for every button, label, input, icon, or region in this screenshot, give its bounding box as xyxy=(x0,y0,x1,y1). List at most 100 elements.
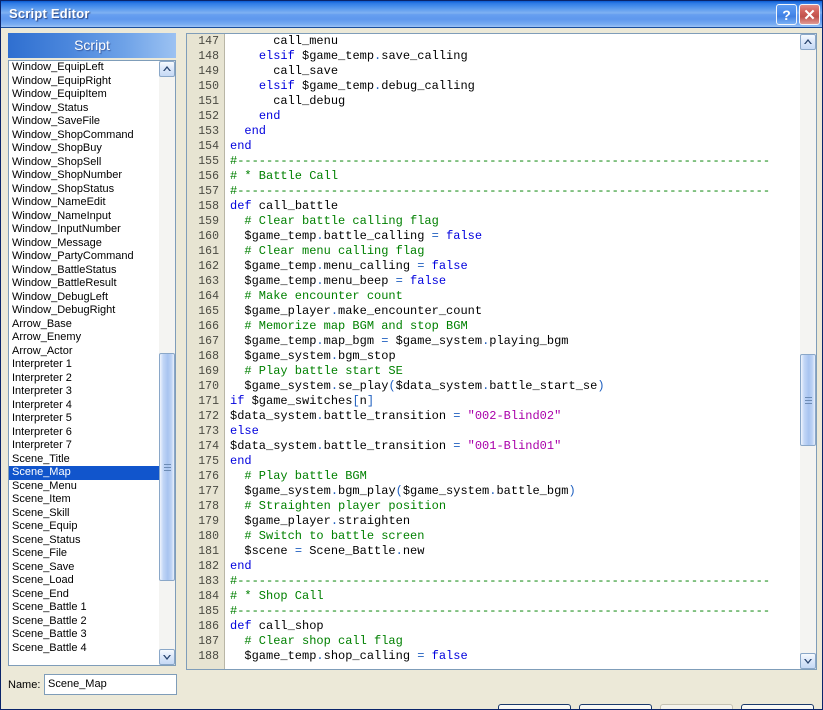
list-item[interactable]: Window_EquipLeft xyxy=(9,61,160,75)
list-item[interactable]: Scene_Skill xyxy=(9,507,160,521)
list-item[interactable]: Scene_Map xyxy=(9,466,160,480)
code-line[interactable]: 160 $game_temp.battle_calling = false xyxy=(187,229,799,244)
script-list[interactable]: Window_EquipLeft Window_EquipRight Window_… xyxy=(8,60,176,666)
code-line[interactable]: 179 $game_player.straighten xyxy=(187,514,799,529)
code-line[interactable]: 183 #------------------------------------… xyxy=(187,574,799,589)
code-line[interactable]: 177 $game_system.bgm_play($game_system.b… xyxy=(187,484,799,499)
list-item[interactable]: Window_ShopSell xyxy=(9,156,160,170)
code-line[interactable]: 175 end xyxy=(187,454,799,469)
list-item[interactable]: Window_DebugLeft xyxy=(9,291,160,305)
code-line[interactable]: 156 # * Battle Call xyxy=(187,169,799,184)
code-line[interactable]: 159 # Clear battle calling flag xyxy=(187,214,799,229)
list-item[interactable]: Window_PartyCommand xyxy=(9,250,160,264)
scroll-down-arrow-icon[interactable] xyxy=(159,649,175,665)
list-item[interactable]: Scene_Title xyxy=(9,453,160,467)
code-line[interactable]: 155 #------------------------------------… xyxy=(187,154,799,169)
list-item[interactable]: Arrow_Actor xyxy=(9,345,160,359)
code-line[interactable]: 147 call_menu xyxy=(187,34,799,49)
code-line[interactable]: 148 elsif $game_temp.save_calling xyxy=(187,49,799,64)
list-item[interactable]: Window_EquipRight xyxy=(9,75,160,89)
code-line[interactable]: 158 def call_battle xyxy=(187,199,799,214)
list-item[interactable]: Window_ShopStatus xyxy=(9,183,160,197)
code-line[interactable]: 173 else xyxy=(187,424,799,439)
list-item[interactable]: Scene_Equip xyxy=(9,520,160,534)
list-item[interactable]: Interpreter 2 xyxy=(9,372,160,386)
code-line[interactable]: 170 $game_system.se_play($data_system.ba… xyxy=(187,379,799,394)
list-item[interactable]: Scene_Menu xyxy=(9,480,160,494)
list-item[interactable]: Arrow_Enemy xyxy=(9,331,160,345)
code-line[interactable]: 161 # Clear menu calling flag xyxy=(187,244,799,259)
scroll-up-arrow-icon[interactable] xyxy=(159,61,175,77)
list-item[interactable]: Window_ShopBuy xyxy=(9,142,160,156)
code-line[interactable]: 186 def call_shop xyxy=(187,619,799,634)
close-x-icon[interactable]: ✕ xyxy=(799,4,820,25)
list-item[interactable]: Scene_Status xyxy=(9,534,160,548)
list-item[interactable]: Window_EquipItem xyxy=(9,88,160,102)
list-item[interactable]: Scene_File xyxy=(9,547,160,561)
code-line[interactable]: 152 end xyxy=(187,109,799,124)
code-line[interactable]: 162 $game_temp.menu_calling = false xyxy=(187,259,799,274)
list-item[interactable]: Window_DebugRight xyxy=(9,304,160,318)
code-line[interactable]: 166 # Memorize map BGM and stop BGM xyxy=(187,319,799,334)
scrollbar-thumb[interactable] xyxy=(159,353,175,581)
help-button[interactable]: Help xyxy=(741,704,814,709)
list-item[interactable]: Window_ShopCommand xyxy=(9,129,160,143)
code-line[interactable]: 178 # Straighten player position xyxy=(187,499,799,514)
list-item[interactable]: Scene_Item xyxy=(9,493,160,507)
code-editor[interactable]: 147 call_menu 148 elsif $game_temp.save_c… xyxy=(186,33,817,670)
code-line[interactable]: 154 end xyxy=(187,139,799,154)
code-line[interactable]: 174 $data_system.battle_transition = "001… xyxy=(187,439,799,454)
code-line[interactable]: 165 $game_player.make_encounter_count xyxy=(187,304,799,319)
list-item[interactable]: Window_InputNumber xyxy=(9,223,160,237)
list-item[interactable]: Interpreter 4 xyxy=(9,399,160,413)
code-line[interactable]: 164 # Make encounter count xyxy=(187,289,799,304)
list-item[interactable]: Interpreter 7 xyxy=(9,439,160,453)
script-list-items[interactable]: Window_EquipLeft Window_EquipRight Window_… xyxy=(9,61,160,665)
code-line[interactable]: 171 if $game_switches[n] xyxy=(187,394,799,409)
scroll-up-arrow-icon[interactable] xyxy=(800,34,816,50)
code-line[interactable]: 182 end xyxy=(187,559,799,574)
code-line[interactable]: 153 end xyxy=(187,124,799,139)
ok-button[interactable]: OK xyxy=(498,704,571,709)
code-line[interactable]: 176 # Play battle BGM xyxy=(187,469,799,484)
list-item[interactable]: Scene_End xyxy=(9,588,160,602)
list-item[interactable]: Arrow_Base xyxy=(9,318,160,332)
cancel-button[interactable]: Cancel xyxy=(579,704,652,709)
code-text-area[interactable]: 147 call_menu 148 elsif $game_temp.save_c… xyxy=(187,34,799,669)
list-item[interactable]: Window_SaveFile xyxy=(9,115,160,129)
list-item[interactable]: Interpreter 6 xyxy=(9,426,160,440)
scrollbar-thumb[interactable] xyxy=(800,354,816,446)
list-item[interactable]: Window_Status xyxy=(9,102,160,116)
code-line[interactable]: 181 $scene = Scene_Battle.new xyxy=(187,544,799,559)
code-line[interactable]: 167 $game_temp.map_bgm = $game_system.pl… xyxy=(187,334,799,349)
code-line[interactable]: 180 # Switch to battle screen xyxy=(187,529,799,544)
code-line[interactable]: 185 #------------------------------------… xyxy=(187,604,799,619)
help-icon[interactable]: ? xyxy=(776,4,797,25)
code-line[interactable]: 188 $game_temp.shop_calling = false xyxy=(187,649,799,664)
list-item[interactable]: Interpreter 3 xyxy=(9,385,160,399)
code-line[interactable]: 163 $game_temp.menu_beep = false xyxy=(187,274,799,289)
list-item[interactable]: Scene_Battle 4 xyxy=(9,642,160,656)
code-line[interactable]: 151 call_debug xyxy=(187,94,799,109)
list-item[interactable]: Window_Message xyxy=(9,237,160,251)
list-item[interactable]: Scene_Battle 1 xyxy=(9,601,160,615)
code-line[interactable]: 187 # Clear shop call flag xyxy=(187,634,799,649)
list-item[interactable]: Scene_Battle 2 xyxy=(9,615,160,629)
list-item[interactable]: Window_NameEdit xyxy=(9,196,160,210)
code-line[interactable]: 157 #------------------------------------… xyxy=(187,184,799,199)
editor-scrollbar[interactable] xyxy=(800,34,816,669)
code-line[interactable]: 169 # Play battle start SE xyxy=(187,364,799,379)
code-line[interactable]: 168 $game_system.bgm_stop xyxy=(187,349,799,364)
scroll-down-arrow-icon[interactable] xyxy=(800,653,816,669)
list-item[interactable]: Scene_Save xyxy=(9,561,160,575)
script-list-scrollbar[interactable] xyxy=(159,61,175,665)
code-line[interactable]: 172 $data_system.battle_transition = "002… xyxy=(187,409,799,424)
list-item[interactable]: Window_BattleStatus xyxy=(9,264,160,278)
code-line[interactable]: 150 elsif $game_temp.debug_calling xyxy=(187,79,799,94)
list-item[interactable]: Interpreter 1 xyxy=(9,358,160,372)
list-item[interactable]: Interpreter 5 xyxy=(9,412,160,426)
list-item[interactable]: Window_BattleResult xyxy=(9,277,160,291)
list-item[interactable]: Scene_Battle 3 xyxy=(9,628,160,642)
code-line[interactable]: 184 # * Shop Call xyxy=(187,589,799,604)
code-line[interactable]: 149 call_save xyxy=(187,64,799,79)
